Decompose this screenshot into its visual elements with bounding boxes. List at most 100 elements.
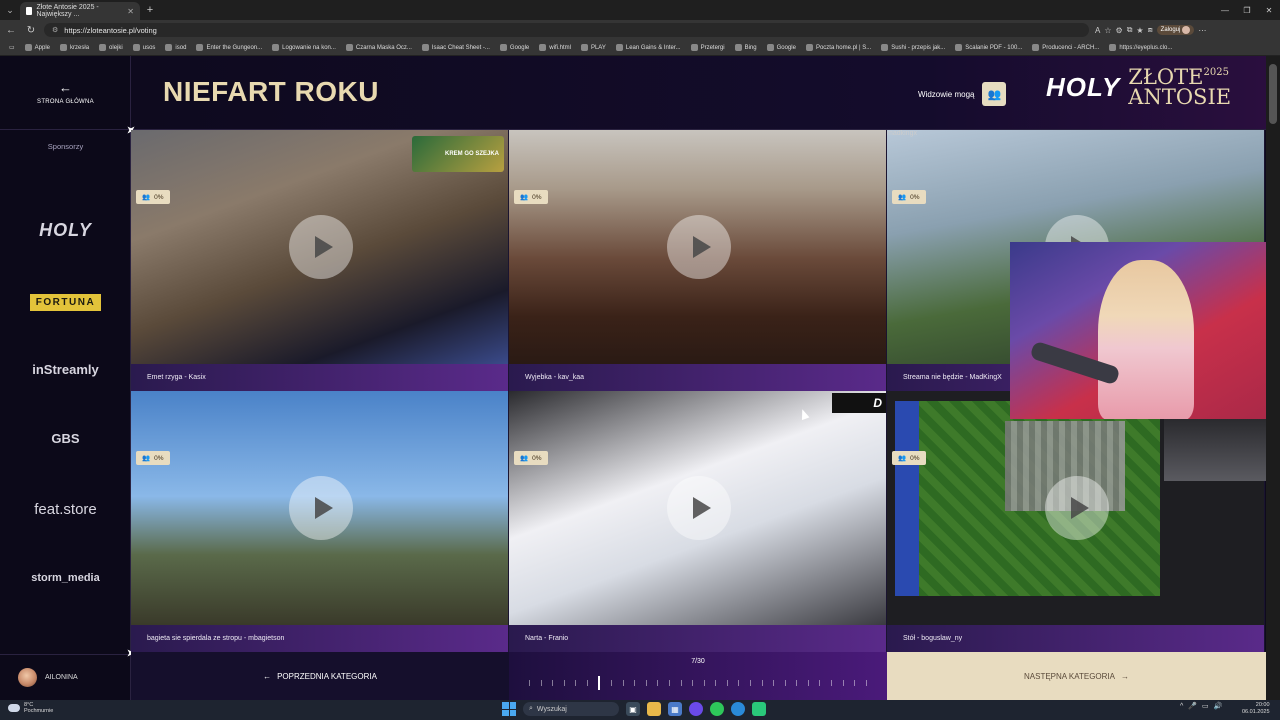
progress-tick[interactable] xyxy=(831,680,833,686)
bookmark-item[interactable]: Bing xyxy=(730,44,762,51)
progress-tick[interactable] xyxy=(529,680,530,686)
chevron-up-icon[interactable]: ^ xyxy=(1180,703,1183,710)
previous-category-button[interactable]: ← POPRZEDNIA KATEGORIA xyxy=(131,652,509,700)
volume-icon[interactable]: 🔊 xyxy=(1214,702,1223,710)
back-icon[interactable]: ← xyxy=(4,25,18,36)
progress-tick[interactable] xyxy=(668,680,670,686)
progress-tick[interactable] xyxy=(622,680,624,686)
progress-tick[interactable] xyxy=(634,680,636,686)
progress-tick[interactable] xyxy=(865,680,867,686)
page-scrollbar[interactable] xyxy=(1266,56,1280,700)
play-button[interactable] xyxy=(1045,476,1109,540)
progress-tick[interactable] xyxy=(784,680,786,686)
bookmark-item[interactable]: Apple xyxy=(20,44,55,51)
progress-tick[interactable] xyxy=(854,680,856,686)
obs-icon[interactable] xyxy=(752,702,766,716)
progress-tick[interactable] xyxy=(819,680,821,686)
sponsor-holy-logo[interactable]: HOLY xyxy=(0,220,131,241)
menu-dots-icon[interactable]: ⋯ xyxy=(1198,26,1206,35)
bookmark-item[interactable]: wifi.html xyxy=(534,44,576,51)
favorite-star-icon[interactable]: ☆ xyxy=(1104,26,1111,35)
progress-tick-active[interactable] xyxy=(598,676,601,690)
tab-close-icon[interactable]: ✕ xyxy=(127,7,134,16)
viewers-button[interactable]: 👥 xyxy=(982,82,1007,106)
progress-tick[interactable] xyxy=(726,680,728,686)
sponsor-gbs-logo[interactable]: GBS xyxy=(0,431,131,446)
progress-tick[interactable] xyxy=(575,680,577,686)
bookmark-item[interactable]: Scalanie PDF - 100... xyxy=(950,44,1027,51)
sponsor-instreamly-logo[interactable]: inStreamly xyxy=(0,362,131,377)
scrollbar-thumb[interactable] xyxy=(1269,64,1277,124)
clip-card[interactable]: 👥 0% Wyjebka - kav_kaa xyxy=(509,130,887,391)
network-icon[interactable]: ▭ xyxy=(1202,702,1209,710)
bookmark-item[interactable]: Logowanie na kon... xyxy=(267,44,341,51)
bookmark-item[interactable]: Producenci - ARCH... xyxy=(1027,44,1104,51)
progress-tick[interactable] xyxy=(807,680,809,686)
edge-icon[interactable] xyxy=(731,702,745,716)
mic-icon[interactable]: 🎤 xyxy=(1188,702,1197,710)
play-button[interactable] xyxy=(667,215,731,279)
progress-tick[interactable] xyxy=(703,680,705,686)
sponsor-feat-store-logo[interactable]: feat.store xyxy=(0,501,131,518)
bookmark-item[interactable]: Isaac Cheat Sheet -... xyxy=(417,44,495,51)
progress-tick[interactable] xyxy=(611,680,613,686)
play-button[interactable] xyxy=(667,476,731,540)
browser-tab[interactable]: Złote Antosie 2025 - Największy ... ✕ xyxy=(20,2,140,20)
bookmark-item[interactable]: Google xyxy=(762,44,801,51)
bookmark-item[interactable]: Enter the Gungeon... xyxy=(191,44,267,51)
split-screen-icon[interactable]: ⧉ xyxy=(1127,25,1133,35)
bookmark-item[interactable]: PLAY xyxy=(576,44,611,51)
close-window-icon[interactable]: ✕ xyxy=(1258,6,1280,15)
progress-tick[interactable] xyxy=(761,680,763,686)
read-aloud-icon[interactable]: A xyxy=(1095,26,1100,35)
progress-tick[interactable] xyxy=(657,680,659,686)
site-info-icon[interactable]: ⚙ xyxy=(52,26,58,34)
bookmark-item[interactable]: krzesła xyxy=(55,44,94,51)
bookmark-item[interactable]: usos xyxy=(128,44,161,51)
tab-list-icon[interactable]: ⌄ xyxy=(0,0,20,20)
discord-icon[interactable] xyxy=(689,702,703,716)
file-explorer-icon[interactable] xyxy=(647,702,661,716)
home-button[interactable]: ← STRONA GŁÓWNA xyxy=(0,56,131,130)
sponsor-storm-media-logo[interactable]: storm_media xyxy=(0,572,131,584)
bookmark-item[interactable]: isod xyxy=(160,44,191,51)
progress-tick[interactable] xyxy=(749,680,751,686)
favorites-icon[interactable]: ★ xyxy=(1136,26,1143,35)
taskbar-search[interactable]: ⌕ Wyszukaj xyxy=(523,702,619,716)
profile-button[interactable]: Zaloguj xyxy=(1156,25,1195,35)
progress-tick[interactable] xyxy=(586,680,588,686)
calculator-icon[interactable]: ▦ xyxy=(668,702,682,716)
progress-tick[interactable] xyxy=(563,680,565,686)
extensions-icon[interactable]: ⚙ xyxy=(1116,26,1123,35)
user-account[interactable]: AILONINA xyxy=(0,654,131,700)
maximize-icon[interactable]: ❐ xyxy=(1236,6,1258,15)
bookmark-item[interactable]: https://eyeplus.clo... xyxy=(1104,44,1177,51)
progress-tick[interactable] xyxy=(552,680,554,686)
progress-tick[interactable] xyxy=(738,680,740,686)
progress-tick[interactable] xyxy=(692,680,694,686)
progress-tick[interactable] xyxy=(796,680,798,686)
new-tab-button[interactable]: + xyxy=(140,4,160,16)
bookmark-item[interactable]: Lean Gains & Inter... xyxy=(611,44,686,51)
url-field[interactable]: ⚙ https://zloteantosie.pl/voting xyxy=(44,23,1089,37)
collections-icon[interactable]: ⧈ xyxy=(1148,25,1153,35)
bookmark-item[interactable]: Google xyxy=(495,44,534,51)
progress-tick[interactable] xyxy=(540,680,542,686)
bookmark-item[interactable]: olejki xyxy=(94,44,128,51)
bookmark-item[interactable]: Poczta home.pl | S... xyxy=(801,44,876,51)
minimize-icon[interactable]: — xyxy=(1214,6,1236,15)
reload-icon[interactable]: ↻ xyxy=(24,25,38,36)
play-button[interactable] xyxy=(289,476,353,540)
bookmark-item[interactable]: Przetergi xyxy=(686,44,730,51)
bookmarks-menu-icon[interactable]: ▭ xyxy=(4,44,20,51)
next-category-button[interactable]: NASTĘPNA KATEGORIA → xyxy=(887,652,1266,700)
sponsor-fortuna-logo[interactable]: FORTUNA xyxy=(0,292,131,311)
clip-card[interactable]: 👥 0% bagieta sie spierdala ze stropu - mb… xyxy=(131,391,509,652)
progress-tick[interactable] xyxy=(645,680,647,686)
clip-card[interactable]: D 👥 0% Narta - Franio xyxy=(509,391,887,652)
play-button[interactable] xyxy=(289,215,353,279)
progress-tick[interactable] xyxy=(715,680,717,686)
clip-card[interactable]: KREM GO SZEJKA 👥 0% Emet rzyga - Kasix xyxy=(131,130,509,391)
progress-tick[interactable] xyxy=(680,680,682,686)
start-icon[interactable] xyxy=(502,702,516,716)
